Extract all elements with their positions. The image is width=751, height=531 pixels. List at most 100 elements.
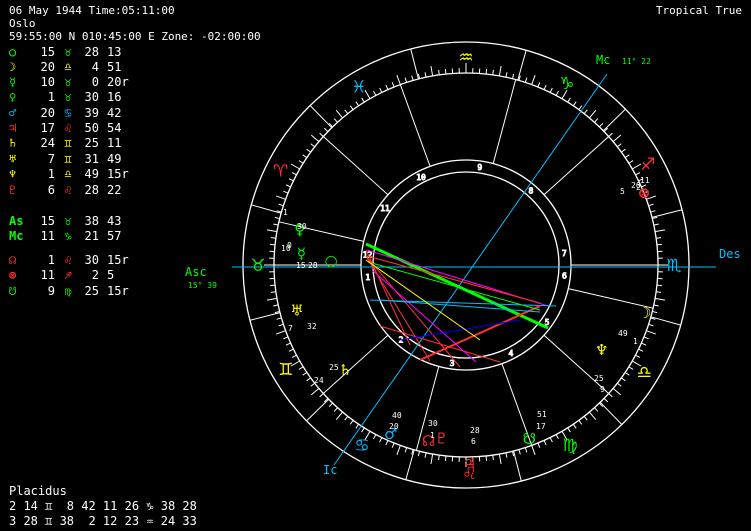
aspect-line [419, 305, 541, 361]
degree-tick [594, 407, 599, 412]
sign-boundary [405, 449, 415, 480]
house-number: 8 [529, 186, 534, 195]
degree-tick [344, 415, 349, 421]
degree-tick [654, 297, 666, 301]
house-number: 6 [562, 271, 567, 280]
degree-tick [438, 69, 440, 75]
planet-degree-label: 49 [618, 329, 628, 338]
degree-tick [616, 382, 622, 387]
degree-tick [391, 82, 395, 88]
des-label: Des [719, 247, 741, 261]
planet-degree-label: 28 [470, 426, 480, 435]
degree-tick [310, 143, 316, 148]
house-number: 4 [509, 349, 514, 358]
planet-degree-label: 30 [428, 419, 438, 428]
degree-tick [485, 69, 488, 75]
degree-tick [349, 105, 354, 110]
degree-tick [572, 423, 577, 429]
degree-tick [628, 160, 634, 164]
degree-tick [283, 190, 289, 194]
planet-degree-label: 1 [283, 208, 288, 217]
degree-tick [498, 453, 502, 465]
degree-tick [589, 109, 597, 119]
degree-tick [511, 73, 515, 79]
house-number: 9 [477, 163, 482, 172]
degree-tick [603, 398, 609, 403]
degree-tick [373, 90, 377, 96]
house-cusp [322, 136, 389, 196]
degree-tick [572, 101, 577, 107]
degree-tick [290, 163, 300, 170]
planet-degree-label: 40 [392, 411, 402, 420]
planet-icon: ○ [325, 251, 338, 269]
degree-tick [411, 75, 414, 81]
degree-tick [543, 84, 547, 90]
degree-tick [288, 348, 294, 352]
planet-degree-label: 15 [296, 261, 306, 270]
zodiac-sign-icon: ♈ [273, 162, 288, 182]
degree-tick [355, 423, 360, 429]
planet-icon: ♄ [339, 361, 352, 379]
degree-tick [531, 75, 536, 85]
degree-tick [653, 223, 659, 226]
degree-tick [485, 455, 488, 461]
degree-tick [319, 393, 324, 398]
degree-tick [266, 297, 278, 301]
sign-boundary [249, 312, 281, 321]
degree-tick [656, 284, 662, 287]
sign-boundary [513, 450, 522, 482]
degree-tick [543, 440, 547, 446]
degree-tick [616, 143, 622, 148]
sign-boundary [650, 316, 681, 326]
degree-tick [323, 127, 329, 132]
degree-tick [578, 105, 583, 110]
planet-icon: ☋ [523, 430, 536, 448]
degree-tick [608, 132, 613, 137]
degree-tick [621, 148, 626, 153]
sign-boundary [602, 108, 626, 132]
planet-degree-label: 24 [314, 376, 324, 385]
degree-tick [396, 75, 401, 85]
degree-tick [288, 178, 294, 182]
degree-tick [310, 134, 320, 142]
degree-tick [302, 371, 308, 376]
house-number: 10 [416, 173, 426, 182]
degree-tick [628, 366, 634, 370]
ic-label: Ic [323, 463, 337, 477]
degree-tick [430, 65, 434, 77]
degree-tick [306, 148, 311, 153]
planet-degree-label: 28 [308, 261, 318, 270]
degree-tick [599, 122, 604, 128]
degree-tick [656, 291, 662, 293]
degree-tick [417, 451, 421, 457]
degree-tick [379, 87, 383, 93]
degree-tick [361, 427, 365, 433]
degree-tick [624, 371, 630, 376]
sign-boundary [251, 204, 282, 214]
degree-tick [498, 65, 502, 77]
degree-tick [650, 210, 656, 213]
degree-tick [524, 77, 528, 83]
degree-tick [270, 237, 276, 239]
degree-tick [537, 82, 541, 88]
planet-degree-label: 7 [288, 324, 293, 333]
degree-tick [583, 109, 588, 115]
planet-degree-label: 20 [389, 422, 399, 431]
degree-tick [396, 445, 401, 455]
degree-tick [652, 310, 658, 314]
degree-tick [335, 411, 343, 421]
degree-tick [567, 97, 571, 103]
zodiac-sign-icon: ♍ [562, 436, 577, 456]
degree-tick [404, 77, 408, 83]
degree-tick [524, 447, 528, 453]
degree-tick [306, 377, 311, 382]
degree-tick [438, 455, 440, 461]
degree-tick [444, 69, 447, 75]
degree-tick [505, 452, 508, 458]
planet-degree-label: 9 [600, 385, 605, 394]
mc-label: Mc [596, 53, 610, 67]
aspect-line [365, 255, 461, 368]
degree-tick [379, 437, 383, 443]
degree-tick [430, 453, 434, 465]
zodiac-sign-icon: ♑ [559, 74, 574, 94]
